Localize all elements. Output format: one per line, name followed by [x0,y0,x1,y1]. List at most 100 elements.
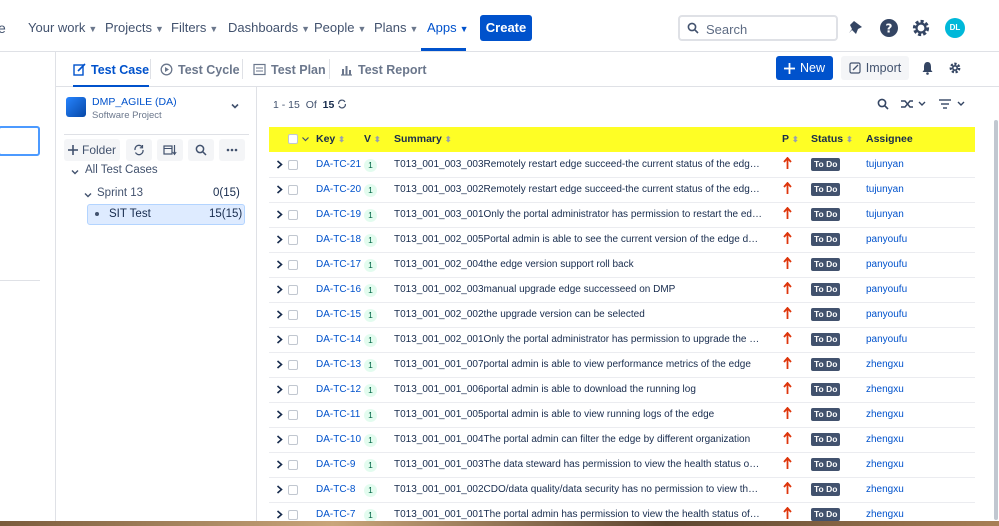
row-checkbox[interactable] [288,335,298,345]
test-case-key[interactable]: DA-TC-19 [316,209,361,220]
help-icon[interactable]: ? [878,17,900,39]
assignee-name[interactable]: tujunyan [866,209,904,220]
sort-by-date-button[interactable] [157,139,183,161]
chevron-right-icon[interactable] [276,260,283,269]
row-checkbox[interactable] [288,285,298,295]
row-checkbox[interactable] [288,310,298,320]
table-row[interactable]: DA-TC-21 1 T013_001_003_003Remotely restar… [269,153,975,178]
row-checkbox[interactable] [288,435,298,445]
chevron-down-icon[interactable] [84,191,92,199]
select-all-checkbox[interactable] [288,134,298,144]
row-checkbox[interactable] [288,485,298,495]
test-case-key[interactable]: DA-TC-12 [316,384,361,395]
test-case-key[interactable]: DA-TC-14 [316,334,361,345]
chevron-right-icon[interactable] [276,185,283,194]
row-checkbox[interactable] [288,185,298,195]
test-case-summary[interactable]: T013_001_001_005portal admin is able to … [394,409,762,420]
tree-all-test-cases[interactable]: All Test Cases [85,164,158,176]
row-checkbox[interactable] [288,410,298,420]
column-version[interactable]: V ⬍ [364,133,381,145]
test-case-key[interactable]: DA-TC-10 [316,434,361,445]
test-case-summary[interactable]: T013_001_002_003manual upgrade edge succ… [394,284,762,295]
refresh-button[interactable] [126,139,152,161]
chevron-right-icon[interactable] [276,410,283,419]
chevron-right-icon[interactable] [276,360,283,369]
assignee-name[interactable]: tujunyan [866,159,904,170]
assignee-name[interactable]: zhengxu [866,409,904,420]
column-status[interactable]: Status ⬍ [811,133,853,145]
notifications-icon[interactable] [846,17,868,39]
more-options-button[interactable] [219,139,245,161]
test-case-summary[interactable]: T013_001_001_003The data steward has per… [394,459,762,470]
chevron-right-icon[interactable] [276,385,283,394]
test-case-summary[interactable]: T013_001_003_001Only the portal administ… [394,209,762,220]
assignee-name[interactable]: panyoufu [866,234,907,245]
search-input[interactable] [704,19,833,39]
test-case-summary[interactable]: T013_001_001_001The portal admin has per… [394,509,762,520]
table-row[interactable]: DA-TC-18 1 T013_001_002_005Portal admin is… [269,228,975,253]
tab-test-report[interactable]: Test Report [340,53,427,86]
chevron-right-icon[interactable] [276,510,283,519]
assignee-name[interactable]: panyoufu [866,334,907,345]
table-row[interactable]: DA-TC-16 1 T013_001_002_003manual upgrade … [269,278,975,303]
chevron-right-icon[interactable] [276,160,283,169]
row-checkbox[interactable] [288,210,298,220]
sidebar-selected-item[interactable] [0,126,40,156]
create-button[interactable]: Create [480,15,532,41]
test-case-key[interactable]: DA-TC-11 [316,409,360,420]
settings-gear-icon[interactable] [910,17,932,39]
settings-gear-icon[interactable] [948,61,962,75]
import-button[interactable]: Import [841,56,909,80]
chevron-right-icon[interactable] [276,335,283,344]
column-summary[interactable]: Summary ⬍ [394,133,452,145]
table-row[interactable]: DA-TC-20 1 T013_001_003_002Remotely restar… [269,178,975,203]
nav-plans[interactable]: Plans ▼ [374,20,418,35]
test-case-summary[interactable]: T013_001_002_001Only the portal administ… [394,334,762,345]
table-row[interactable]: DA-TC-17 1 T013_001_002_004the edge versio… [269,253,975,278]
test-case-key[interactable]: DA-TC-13 [316,359,361,370]
table-row[interactable]: DA-TC-19 1 T013_001_003_001Only the portal… [269,203,975,228]
assignee-name[interactable]: tujunyan [866,184,904,195]
test-case-key[interactable]: DA-TC-9 [316,459,355,470]
folder-search-button[interactable] [188,139,214,161]
row-checkbox[interactable] [288,460,298,470]
page-scrollbar[interactable] [994,120,998,520]
test-case-summary[interactable]: T013_001_001_002CDO/data quality/data se… [394,484,762,495]
test-case-key[interactable]: DA-TC-16 [316,284,361,295]
test-case-key[interactable]: DA-TC-20 [316,184,361,195]
test-case-key[interactable]: DA-TC-7 [316,509,355,520]
test-case-key[interactable]: DA-TC-17 [316,259,361,270]
refresh-icon[interactable] [337,99,347,109]
tab-test-plan[interactable]: Test Plan [253,53,326,86]
table-row[interactable]: DA-TC-14 1 T013_001_002_001Only the portal… [269,328,975,353]
chevron-down-icon[interactable] [302,137,309,142]
row-checkbox[interactable] [288,510,298,520]
table-row[interactable]: DA-TC-8 1 T013_001_001_002CDO/data quality… [269,478,975,503]
table-row[interactable]: DA-TC-13 1 T013_001_001_007portal admin is… [269,353,975,378]
chevron-right-icon[interactable] [276,435,283,444]
filter-icon[interactable] [938,98,968,110]
assignee-name[interactable]: zhengxu [866,359,904,370]
new-button[interactable]: New [776,56,833,80]
assignee-name[interactable]: zhengxu [866,484,904,495]
table-row[interactable]: DA-TC-10 1 T013_001_001_004The portal admi… [269,428,975,453]
test-case-summary[interactable]: T013_001_001_007portal admin is able to … [394,359,762,370]
chevron-right-icon[interactable] [276,310,283,319]
assignee-name[interactable]: zhengxu [866,384,904,395]
table-row[interactable]: DA-TC-12 1 T013_001_001_006portal admin is… [269,378,975,403]
test-case-key[interactable]: DA-TC-8 [316,484,355,495]
assignee-name[interactable]: panyoufu [866,309,907,320]
assignee-name[interactable]: zhengxu [866,459,904,470]
nav-projects[interactable]: Projects ▼ [105,20,164,35]
tree-sprint-13[interactable]: Sprint 13 [97,187,143,199]
nav-people[interactable]: People ▼ [314,20,366,35]
table-row[interactable]: DA-TC-9 1 T013_001_001_003The data steward… [269,453,975,478]
table-row[interactable]: DA-TC-11 1 T013_001_001_005portal admin is… [269,403,975,428]
search-icon[interactable] [877,98,889,110]
nav-filters[interactable]: Filters ▼ [171,20,218,35]
row-checkbox[interactable] [288,385,298,395]
column-priority[interactable]: P ⬍ [782,133,799,145]
chevron-right-icon[interactable] [276,210,283,219]
bell-icon[interactable] [921,61,934,75]
test-case-summary[interactable]: T013_001_002_005Portal admin is able to … [394,234,762,245]
